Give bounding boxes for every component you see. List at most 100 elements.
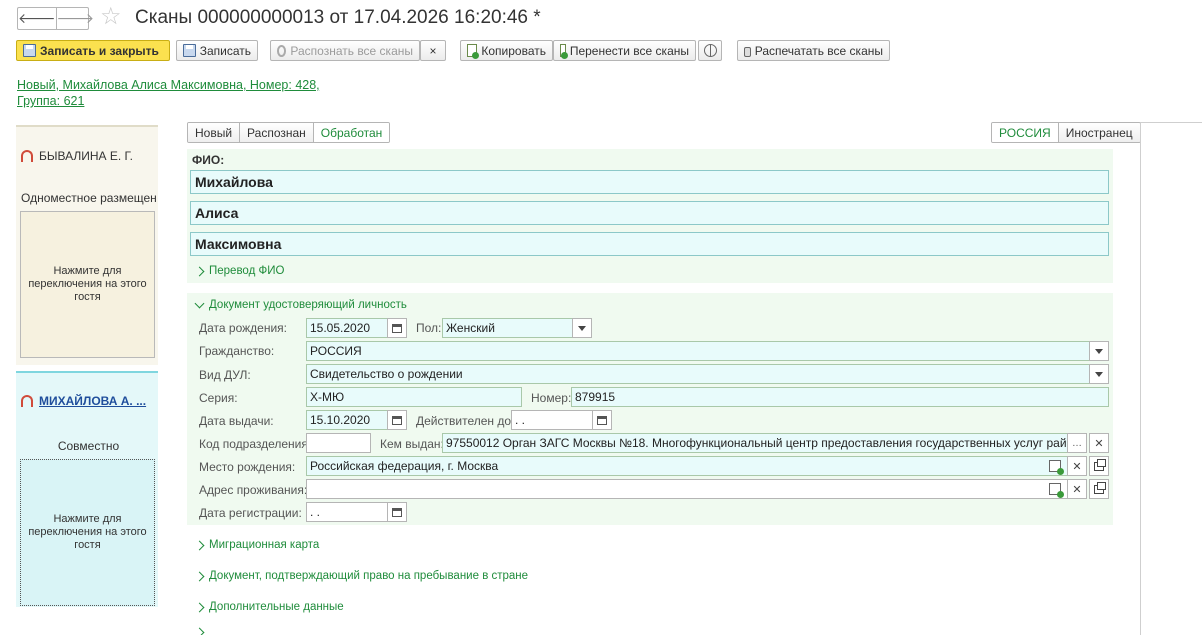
tab-status-recognized[interactable]: Распознан bbox=[239, 123, 313, 142]
guest-info-link[interactable]: Новый, Михайлова Алиса Максимовна, Номер… bbox=[17, 77, 347, 109]
last-name-field[interactable]: Михайлова bbox=[190, 170, 1109, 194]
calendar-icon bbox=[597, 415, 607, 425]
move-all-button[interactable]: Перенести все сканы bbox=[553, 40, 696, 61]
horseshoe-icon bbox=[21, 395, 33, 407]
registration-date-calendar-button[interactable] bbox=[387, 502, 407, 522]
additional-data-label: Дополнительные данные bbox=[209, 601, 344, 613]
address-pick-button[interactable] bbox=[1045, 479, 1065, 499]
save-and-close-button[interactable]: Записать и закрыть bbox=[16, 40, 170, 61]
sex-dropdown-button[interactable] bbox=[572, 318, 592, 338]
gear-icon bbox=[277, 44, 287, 57]
fio-translation-section[interactable]: Перевод ФИО bbox=[194, 265, 284, 277]
guest-name-text: БЫВАЛИНА Е. Г. bbox=[39, 149, 133, 163]
globe-icon bbox=[703, 44, 717, 57]
issued-by-clear-button[interactable]: ✕ bbox=[1089, 433, 1109, 453]
subdivision-field[interactable] bbox=[306, 433, 371, 453]
globe-button[interactable] bbox=[698, 40, 722, 61]
guest-card[interactable]: БЫВАЛИНА Е. Г. Одноместное размещен... Н… bbox=[16, 125, 158, 365]
favorite-star-icon[interactable]: ☆ bbox=[100, 5, 122, 29]
residence-right-section[interactable]: Документ, подтверждающий право на пребыв… bbox=[194, 570, 528, 582]
switch-guest-hint: Нажмите для переключения на этого гостя bbox=[28, 513, 147, 551]
birth-place-field[interactable]: Российская федерация, г. Москва bbox=[306, 456, 1068, 476]
status-tabs: Новый Распознан Обработан bbox=[187, 122, 391, 143]
calendar-icon bbox=[392, 507, 402, 517]
save-button[interactable]: Записать bbox=[176, 40, 258, 61]
guest-name-text: МИХАЙЛОВА А. ... bbox=[39, 394, 147, 408]
switch-guest-area[interactable]: Нажмите для переключения на этого гостя bbox=[20, 211, 155, 358]
horseshoe-icon bbox=[21, 150, 33, 162]
additional-data-section[interactable]: Дополнительные данные bbox=[194, 601, 344, 613]
middle-name-field[interactable]: Максимовна bbox=[190, 232, 1109, 256]
copy-label: Копировать bbox=[481, 43, 546, 58]
birth-date-calendar-button[interactable] bbox=[387, 318, 407, 338]
birth-place-clear-button[interactable]: ✕ bbox=[1067, 456, 1087, 476]
citizenship-dropdown-button[interactable] bbox=[1089, 341, 1109, 361]
subdivision-label: Код подразделения: bbox=[199, 437, 312, 451]
citizenship-select[interactable]: РОССИЯ bbox=[306, 341, 1090, 361]
tab-country-foreign[interactable]: Иностранец bbox=[1057, 123, 1140, 142]
close-icon: ✕ bbox=[1072, 460, 1082, 473]
tab-country-russia[interactable]: РОССИЯ bbox=[992, 123, 1058, 142]
sex-select[interactable]: Женский bbox=[442, 318, 573, 338]
arrow-left-icon: 🡐 bbox=[18, 10, 56, 26]
chevron-right-icon bbox=[194, 571, 205, 581]
calendar-icon bbox=[392, 323, 402, 333]
valid-until-calendar-button[interactable] bbox=[592, 410, 612, 430]
calendar-icon bbox=[392, 415, 402, 425]
birth-date-label: Дата рождения: bbox=[199, 321, 287, 335]
switch-guest-area[interactable]: Нажмите для переключения на этого гостя bbox=[20, 459, 155, 606]
address-field[interactable] bbox=[306, 479, 1068, 499]
address-clear-button[interactable]: ✕ bbox=[1067, 479, 1087, 499]
birth-place-open-button[interactable] bbox=[1089, 456, 1109, 476]
tab-status-processed[interactable]: Обработан bbox=[312, 123, 390, 142]
birth-date-field[interactable]: 15.05.2020 bbox=[306, 318, 388, 338]
close-icon: × bbox=[429, 43, 437, 58]
ellipsis-icon: … bbox=[1072, 437, 1082, 449]
issued-by-label: Кем выдан: bbox=[380, 437, 444, 451]
address-picker-icon bbox=[1049, 460, 1064, 475]
valid-until-field[interactable]: . . bbox=[511, 410, 593, 430]
fio-label: ФИО: bbox=[192, 153, 225, 167]
move-icon bbox=[560, 44, 568, 59]
guest-room: Совместно bbox=[57, 439, 120, 453]
forward-button[interactable]: 🡒 bbox=[55, 8, 94, 29]
issued-by-field[interactable]: 97550012 Орган ЗАГС Москвы №18. Многофун… bbox=[442, 433, 1068, 453]
doc-type-select[interactable]: Свидетельство о рождении bbox=[306, 364, 1090, 384]
next-section-partial[interactable] bbox=[194, 627, 205, 635]
address-picker-icon bbox=[1049, 483, 1064, 498]
registration-date-field[interactable]: . . bbox=[306, 502, 388, 522]
issued-by-select-button[interactable]: … bbox=[1067, 433, 1087, 453]
address-open-button[interactable] bbox=[1089, 479, 1109, 499]
guest-name[interactable]: МИХАЙЛОВА А. ... bbox=[21, 394, 146, 408]
issue-date-label: Дата выдачи: bbox=[199, 414, 274, 428]
doc-type-label: Вид ДУЛ: bbox=[199, 368, 251, 382]
doc-type-dropdown-button[interactable] bbox=[1089, 364, 1109, 384]
identity-section-header[interactable]: Документ удостоверяющий личность bbox=[194, 298, 407, 311]
number-field[interactable]: 879915 bbox=[571, 387, 1109, 407]
open-window-icon bbox=[1094, 481, 1106, 494]
tab-status-new[interactable]: Новый bbox=[188, 123, 240, 142]
guest-name[interactable]: БЫВАЛИНА Е. Г. bbox=[21, 149, 133, 163]
clear-button[interactable]: × bbox=[420, 40, 446, 61]
print-all-button[interactable]: Распечатать все сканы bbox=[737, 40, 890, 61]
migration-card-section[interactable]: Миграционная карта bbox=[194, 539, 319, 551]
save-close-icon bbox=[23, 44, 36, 57]
issue-date-field[interactable]: 15.10.2020 bbox=[306, 410, 388, 430]
printer-icon bbox=[744, 46, 751, 57]
series-label: Серия: bbox=[199, 391, 238, 405]
recognize-all-button[interactable]: Распознать все сканы bbox=[270, 40, 420, 61]
birth-place-pick-button[interactable] bbox=[1045, 456, 1065, 476]
sex-label: Пол: bbox=[416, 321, 442, 335]
back-button[interactable]: 🡐 bbox=[18, 8, 56, 29]
series-field[interactable]: Х-МЮ bbox=[306, 387, 522, 407]
issue-date-calendar-button[interactable] bbox=[387, 410, 407, 430]
open-window-icon bbox=[1094, 458, 1106, 471]
chevron-right-icon bbox=[194, 602, 205, 612]
floppy-icon bbox=[183, 44, 196, 57]
save-and-close-label: Записать и закрыть bbox=[40, 43, 159, 58]
first-name-field[interactable]: Алиса bbox=[190, 201, 1109, 225]
guest-card-active[interactable]: МИХАЙЛОВА А. ... Совместно Нажмите для п… bbox=[16, 371, 158, 607]
guest-room: Одноместное размещен... bbox=[21, 191, 156, 205]
recognize-all-label: Распознать все сканы bbox=[290, 43, 413, 58]
copy-button[interactable]: Копировать bbox=[460, 40, 553, 61]
